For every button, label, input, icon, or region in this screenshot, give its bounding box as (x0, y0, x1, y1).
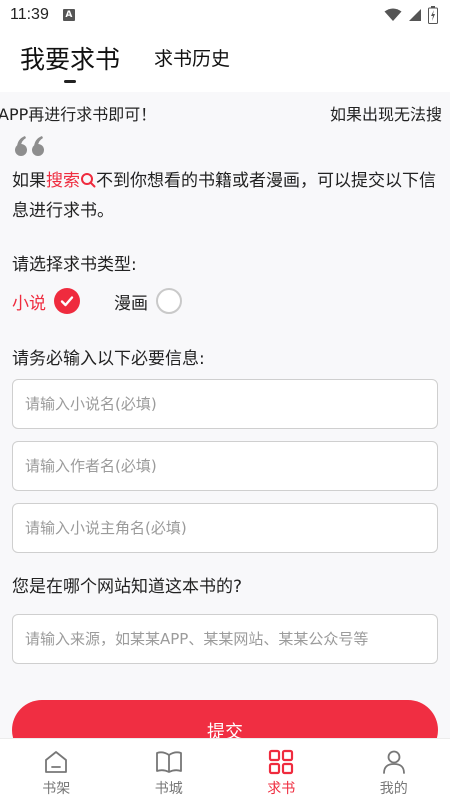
checkmark-icon (54, 288, 80, 314)
nav-label-bookshelf: 书架 (42, 781, 71, 797)
required-section-label: 请务必输入以下必要信息: (12, 349, 205, 369)
submit-button[interactable]: 提交 (12, 700, 438, 738)
nav-item-bookstore[interactable]: 书城 (113, 739, 226, 800)
nav-label-bookstore: 书城 (154, 781, 183, 797)
intro-text: 如果搜索 不到你想看的书籍或者漫画，可以提交以下信息进行求书。 (12, 166, 440, 226)
main-content: APP再进行求书即可！ 如果出现无法搜 如果搜索 不到你想看的书籍或者漫画，可以提… (0, 92, 450, 738)
signal-icon (409, 9, 421, 21)
status-time: 11:39 (10, 6, 49, 23)
novel-name-field[interactable] (12, 379, 438, 429)
status-icons (384, 6, 438, 24)
header-tabs: 我要求书 求书历史 (0, 30, 450, 92)
nav-item-mine[interactable]: 我的 (338, 739, 450, 800)
nav-item-request[interactable]: 求书 (225, 739, 338, 800)
marquee-segment-a: APP再进行求书即可！ (0, 105, 157, 124)
radio-novel[interactable]: 小说 (12, 288, 80, 314)
nav-label-mine: 我的 (379, 781, 408, 797)
tab-active-indicator (64, 80, 76, 83)
type-radio-group: 小说 漫画 (12, 288, 216, 314)
grid-icon (269, 749, 294, 775)
protagonist-name-input[interactable] (25, 519, 425, 537)
status-left: 11:39 A (10, 6, 75, 24)
a-badge-icon: A (62, 9, 75, 21)
battery-icon (428, 6, 438, 24)
tab-request-history-label: 求书历史 (154, 48, 231, 70)
bottom-nav: 书架 书城 求书 我的 (0, 738, 450, 800)
home-icon (45, 751, 68, 773)
source-field[interactable] (12, 614, 438, 664)
intro-search-word: 搜索 (46, 171, 80, 191)
nav-item-bookshelf[interactable]: 书架 (0, 739, 113, 800)
author-name-input[interactable] (25, 457, 425, 475)
status-bar: 11:39 A (0, 0, 450, 30)
protagonist-name-field[interactable] (12, 503, 438, 553)
intro-part1: 如果 (12, 171, 46, 191)
author-name-field[interactable] (12, 441, 438, 491)
wifi-icon (384, 8, 402, 21)
quote-icon (15, 136, 44, 156)
notice-marquee: APP再进行求书即可！ 如果出现无法搜 (0, 98, 450, 124)
tab-request-history[interactable]: 求书历史 (154, 30, 230, 71)
radio-comic-label: 漫画 (114, 293, 148, 314)
source-input[interactable] (25, 630, 425, 648)
source-section-label: 您是在哪个网站知道这本书的? (12, 577, 243, 597)
radio-comic[interactable]: 漫画 (114, 288, 182, 314)
novel-name-input[interactable] (25, 395, 425, 413)
search-icon (81, 173, 96, 188)
tab-request-book[interactable]: 我要求书 (20, 30, 121, 83)
book-icon (155, 751, 182, 773)
type-section-label: 请选择求书类型: (12, 255, 137, 275)
submit-button-label: 提交 (207, 722, 243, 738)
nav-label-request: 求书 (267, 781, 296, 797)
user-icon (382, 750, 405, 774)
radio-empty-icon (156, 288, 182, 314)
radio-novel-label: 小说 (12, 293, 46, 314)
tab-request-book-label: 我要求书 (20, 45, 121, 74)
marquee-segment-b: 如果出现无法搜 (330, 105, 443, 124)
